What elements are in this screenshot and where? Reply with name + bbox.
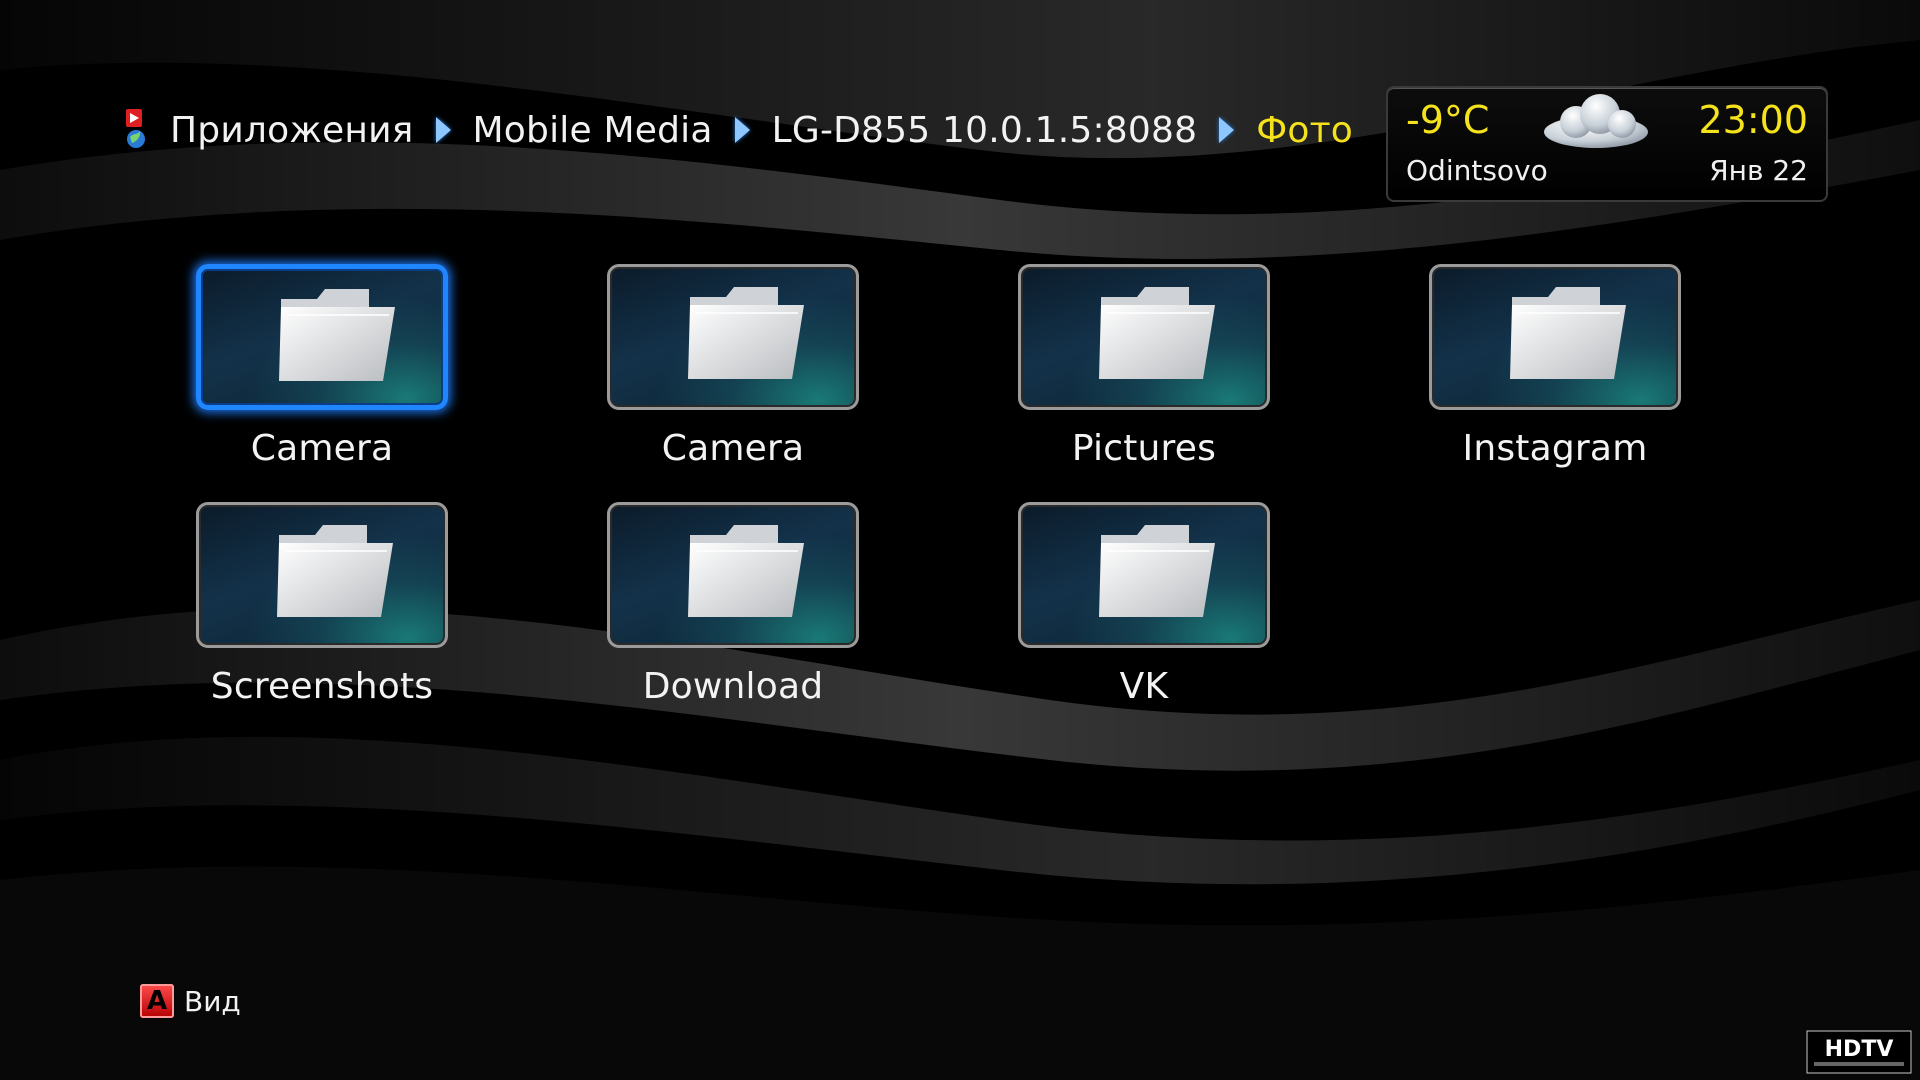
folder-icon xyxy=(1099,525,1215,617)
folder-thumbnail[interactable] xyxy=(1018,502,1270,648)
weather-temperature: -9°C xyxy=(1406,98,1490,142)
view-hint-label: Вид xyxy=(184,984,241,1018)
folder-icon xyxy=(688,525,804,617)
folder-icon xyxy=(1099,287,1215,379)
folder-tile-screenshots[interactable]: Screenshots xyxy=(196,502,448,707)
folder-icon xyxy=(279,289,395,381)
folder-tile-vk[interactable]: VK xyxy=(1018,502,1270,707)
folder-tile-camera-2[interactable]: Camera xyxy=(607,264,859,469)
weather-city: Odintsovo xyxy=(1406,154,1548,187)
breadcrumb-item-current: Фото xyxy=(1256,109,1354,151)
folder-thumbnail[interactable] xyxy=(607,502,859,648)
weather-date: Янв 22 xyxy=(1709,154,1808,187)
cloud-icon xyxy=(1544,94,1648,148)
svg-text:HDTV: HDTV xyxy=(1825,1037,1894,1062)
hdtv-watermark-logo: HDTV xyxy=(1806,1030,1912,1074)
weather-time: 23:00 xyxy=(1698,98,1808,142)
folder-icon xyxy=(1510,287,1626,379)
media-browser-screen: Приложения Mobile Media LG-D855 10.0.1.5… xyxy=(0,0,1920,1080)
folder-label: Camera xyxy=(250,428,394,469)
breadcrumb-separator-icon xyxy=(435,117,451,143)
folder-icon xyxy=(277,525,393,617)
folder-label: Screenshots xyxy=(210,666,434,707)
folder-thumbnail[interactable] xyxy=(1018,264,1270,410)
folder-label: Instagram xyxy=(1462,428,1648,469)
folder-label: Download xyxy=(642,666,824,707)
red-a-key-icon: A xyxy=(140,984,174,1018)
breadcrumb-separator-icon xyxy=(1219,117,1235,143)
folder-thumbnail[interactable] xyxy=(607,264,859,410)
breadcrumb: Приложения Mobile Media LG-D855 10.0.1.5… xyxy=(124,100,1353,160)
breadcrumb-item-mobile-media[interactable]: Mobile Media xyxy=(473,110,713,151)
breadcrumb-item-device[interactable]: LG-D855 10.0.1.5:8088 xyxy=(772,110,1198,151)
folder-icon xyxy=(688,287,804,379)
folder-tile-camera-1[interactable]: Camera xyxy=(196,264,448,469)
folder-thumbnail[interactable] xyxy=(196,502,448,648)
folder-tile-download[interactable]: Download xyxy=(607,502,859,707)
folder-thumbnail[interactable] xyxy=(196,264,448,410)
folder-label: Camera xyxy=(661,428,805,469)
folder-label: VK xyxy=(1119,666,1169,707)
breadcrumb-separator-icon xyxy=(734,117,750,143)
breadcrumb-item-apps[interactable]: Приложения xyxy=(170,110,414,151)
view-hint[interactable]: A Вид xyxy=(140,984,241,1018)
app-logo-icon xyxy=(126,109,145,148)
folder-thumbnail[interactable] xyxy=(1429,264,1681,410)
folder-tile-pictures[interactable]: Pictures xyxy=(1018,264,1270,469)
folder-tile-instagram[interactable]: Instagram xyxy=(1429,264,1681,469)
weather-widget: -9°C 23:00 Odintsovo Янв 22 xyxy=(1386,86,1828,202)
folder-label: Pictures xyxy=(1071,428,1217,469)
